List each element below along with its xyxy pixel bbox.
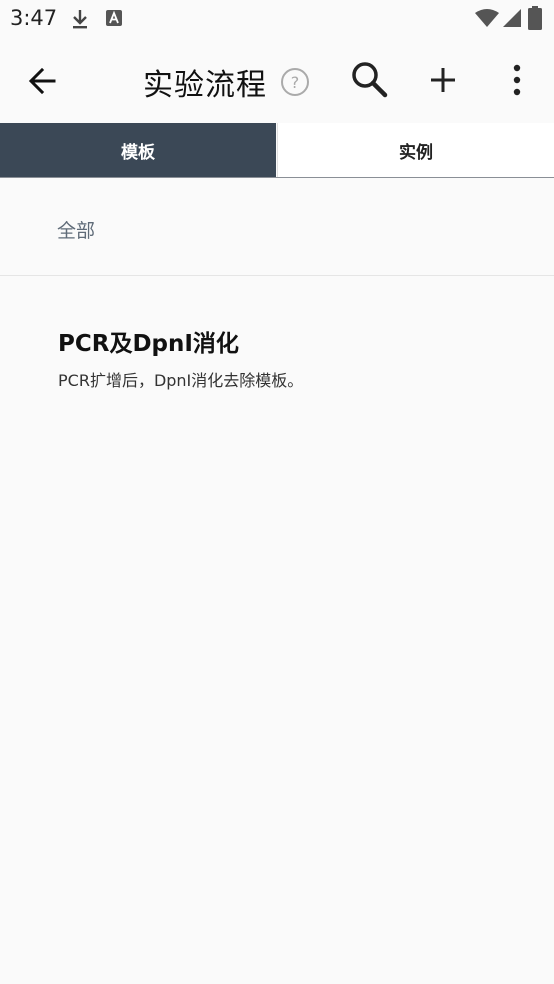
download-icon [73,10,87,29]
filter-row: 全部 [0,178,554,276]
item-title: PCR及DpnI消化 [58,331,239,357]
help-icon-symbol: ? [290,72,300,92]
help-icon[interactable]: ? [281,68,309,96]
tab-instances[interactable]: 实例 [277,123,554,177]
page-title: 实验流程 [143,68,267,103]
wifi-icon [475,9,499,27]
search-icon[interactable] [348,58,390,100]
tab-bar: 模板 实例 [0,123,554,178]
battery-icon [528,6,542,30]
tab-templates[interactable]: 模板 [0,123,276,177]
plus-icon[interactable] [425,62,461,98]
app-bar: 实验流程 ? [0,38,554,123]
more-vert-icon[interactable] [504,62,530,98]
tab-instances-label: 实例 [399,142,433,163]
status-bar: 3:47 [0,0,554,38]
list-item[interactable]: PCR及DpnI消化 PCR扩增后，DpnI消化去除模板。 [0,300,554,410]
status-time: 3:47 [10,6,58,30]
back-arrow-icon[interactable] [22,60,64,102]
font-icon [106,10,122,26]
filter-all[interactable]: 全部 [57,216,95,243]
item-description: PCR扩增后，DpnI消化去除模板。 [58,371,304,390]
signal-icon [503,9,521,27]
tab-templates-label: 模板 [121,142,155,163]
